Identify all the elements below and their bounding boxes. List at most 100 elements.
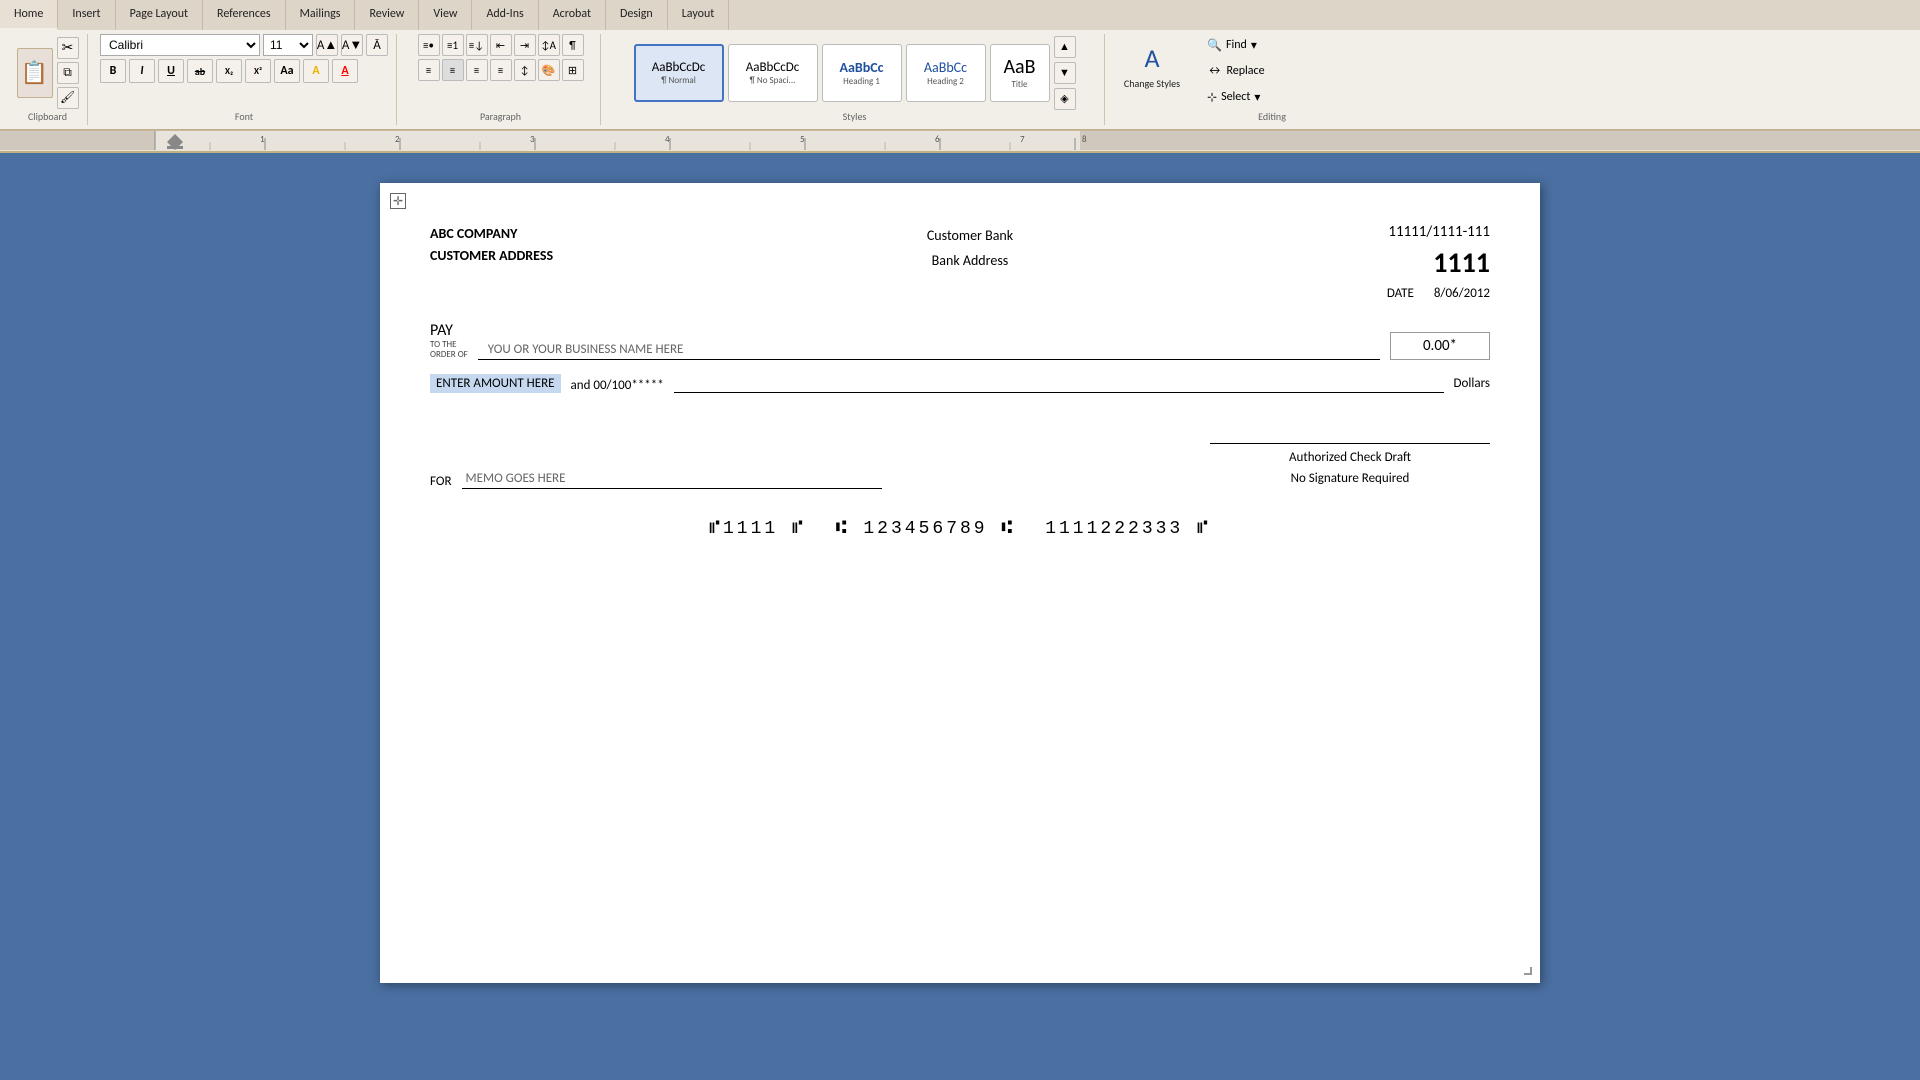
svg-text:2: 2 [395, 134, 400, 145]
styles-group: AaBbCcDc ¶ Normal AaBbCcDc ¶ No Spaci...… [605, 34, 1105, 125]
editing-label: Editing [1258, 110, 1286, 123]
tab-addins[interactable]: Add-Ins [472, 0, 538, 30]
subscript-button[interactable]: X₂ [216, 59, 242, 83]
style-heading2[interactable]: AaBbCc Heading 2 [906, 44, 986, 102]
font-family-select[interactable]: Calibri [100, 34, 260, 56]
tab-review[interactable]: Review [355, 0, 419, 30]
change-styles-icon: A [1132, 38, 1172, 78]
align-center-button[interactable]: ≡ [442, 59, 464, 81]
auth-area: Authorized Check Draft No Signature Requ… [1210, 443, 1490, 490]
editing-area: 🔍 Find ▾ ↔ Replace ⊹ Select ▾ [1207, 34, 1337, 122]
font-color-button[interactable]: A [332, 59, 358, 83]
show-formatting-button[interactable]: ¶ [562, 34, 584, 56]
font-size-select[interactable]: 11 [263, 34, 313, 56]
copy-button[interactable]: ⧉ [57, 62, 79, 84]
select-dropdown-arrow[interactable]: ▾ [1254, 90, 1260, 105]
italic-button[interactable]: I [129, 59, 155, 83]
styles-expand[interactable]: ◈ [1054, 88, 1076, 110]
sort-button[interactable]: ↕A [538, 34, 560, 56]
document: ✛ ABC COMPANY CUSTOMER ADDRESS Customer … [380, 183, 1540, 983]
paragraph-group: ≡• ≡1 ≡↓ ⇤ ⇥ ↕A ¶ ≡ ≡ ≡ ≡ ↕ 🎨 ⊞ [401, 34, 601, 125]
multilevel-list-button[interactable]: ≡↓ [466, 34, 488, 56]
editing-group: 🔍 Find ▾ ↔ Replace ⊹ Select ▾ Editing [1199, 34, 1345, 125]
check-number-area: 11111/1111-111 1111 DATE 8/06/2012 [1387, 223, 1490, 301]
line-spacing-button[interactable]: ↕ [514, 59, 536, 81]
find-button[interactable]: 🔍 Find ▾ [1207, 34, 1337, 56]
svg-text:3: 3 [530, 134, 535, 145]
style-heading1[interactable]: AaBbCc Heading 1 [822, 44, 902, 102]
format-painter-button[interactable]: 🖌 [57, 87, 79, 109]
cut-button[interactable]: ✂ [57, 37, 79, 59]
clear-format-button[interactable]: Ā [366, 34, 388, 56]
dollars-label: Dollars [1454, 376, 1490, 393]
style-normal[interactable]: AaBbCcDc ¶ Normal [634, 44, 724, 102]
replace-button[interactable]: ↔ Replace [1207, 60, 1337, 82]
move-handle[interactable]: ✛ [390, 193, 406, 209]
bullets-button[interactable]: ≡• [418, 34, 440, 56]
replace-icon: ↔ [1207, 64, 1222, 78]
micr-account: 1111222333 ⑈ [1045, 519, 1211, 539]
align-left-button[interactable]: ≡ [418, 59, 440, 81]
style-h1-label: Heading 1 [843, 76, 880, 87]
select-button[interactable]: ⊹ Select ▾ [1207, 86, 1337, 108]
svg-text:4: 4 [665, 134, 670, 145]
auth-line1: Authorized Check Draft [1210, 448, 1490, 469]
decrease-font-button[interactable]: A▼ [341, 34, 363, 56]
tab-insert[interactable]: Insert [58, 0, 115, 30]
increase-font-button[interactable]: A▲ [316, 34, 338, 56]
micr-routing: ⑆ 123456789 ⑆ [836, 519, 1015, 539]
bank-info: Customer Bank Bank Address [927, 223, 1013, 273]
clipboard-label: Clipboard [28, 110, 67, 123]
underline-button[interactable]: U [158, 59, 184, 83]
date-label: DATE [1387, 286, 1414, 301]
style-h2-label: Heading 2 [927, 76, 964, 87]
amount-box[interactable]: 0.00* [1390, 332, 1490, 360]
written-amount-text[interactable]: ENTER AMOUNT HERE [430, 374, 561, 393]
tab-design[interactable]: Design [606, 0, 668, 30]
date-value: 8/06/2012 [1434, 286, 1490, 301]
memo-line[interactable]: MEMO GOES HERE [462, 471, 882, 489]
bank-name: Customer Bank [927, 223, 1013, 248]
strikethrough-button[interactable]: ab [187, 59, 213, 83]
justify-button[interactable]: ≡ [490, 59, 512, 81]
tab-acrobat[interactable]: Acrobat [539, 0, 606, 30]
superscript-button[interactable]: X² [245, 59, 271, 83]
shading-button[interactable]: 🎨 [538, 59, 560, 81]
bold-button[interactable]: B [100, 59, 126, 83]
tab-page-layout[interactable]: Page Layout [116, 0, 203, 30]
styles-scroll-down[interactable]: ▼ [1054, 62, 1076, 84]
written-amount-rest: and 00/100***** [571, 378, 664, 393]
pay-section: PAY TO THEORDER OF YOU OR YOUR BUSINESS … [430, 321, 1490, 393]
tab-layout[interactable]: Layout [668, 0, 730, 30]
to-the-order-label: TO THEORDER OF [430, 340, 468, 360]
tab-view[interactable]: View [419, 0, 472, 30]
change-styles-button[interactable]: A Change Styles [1117, 34, 1187, 104]
company-info: ABC COMPANY CUSTOMER ADDRESS [430, 223, 553, 268]
increase-indent-button[interactable]: ⇥ [514, 34, 536, 56]
style-title-preview: AaB [1003, 55, 1035, 79]
tab-mailings[interactable]: Mailings [286, 0, 356, 30]
change-case-button[interactable]: Aa [274, 59, 300, 83]
numbering-button[interactable]: ≡1 [442, 34, 464, 56]
svg-text:6: 6 [935, 134, 940, 145]
payee-line[interactable]: YOU OR YOUR BUSINESS NAME HERE [478, 342, 1380, 360]
style-normal-preview: AaBbCcDc [652, 60, 706, 75]
ribbon: Home Insert Page Layout References Maili… [0, 0, 1920, 131]
align-right-button[interactable]: ≡ [466, 59, 488, 81]
check-number: 1111 [1433, 245, 1490, 280]
resize-handle[interactable] [1524, 967, 1532, 975]
decrease-indent-button[interactable]: ⇤ [490, 34, 512, 56]
highlight-button[interactable]: A [303, 59, 329, 83]
micr-line: ⑈1111 ⑈ ⑆ 123456789 ⑆ 1111222333 ⑈ [430, 519, 1490, 539]
styles-scroll-up[interactable]: ▲ [1054, 36, 1076, 58]
tab-references[interactable]: References [203, 0, 286, 30]
borders-button[interactable]: ⊞ [562, 59, 584, 81]
style-no-spacing[interactable]: AaBbCcDc ¶ No Spaci... [728, 44, 818, 102]
auth-signature-line [1210, 443, 1490, 444]
tab-home[interactable]: Home [0, 0, 58, 30]
select-label: Select [1221, 90, 1250, 104]
find-dropdown-arrow[interactable]: ▾ [1251, 38, 1257, 53]
paste-button[interactable]: 📋 [17, 48, 53, 98]
style-title[interactable]: AaB Title [990, 44, 1050, 102]
ribbon-body: 📋 ✂ ⧉ 🖌 Clipboard Calibri 11 [0, 30, 1920, 130]
